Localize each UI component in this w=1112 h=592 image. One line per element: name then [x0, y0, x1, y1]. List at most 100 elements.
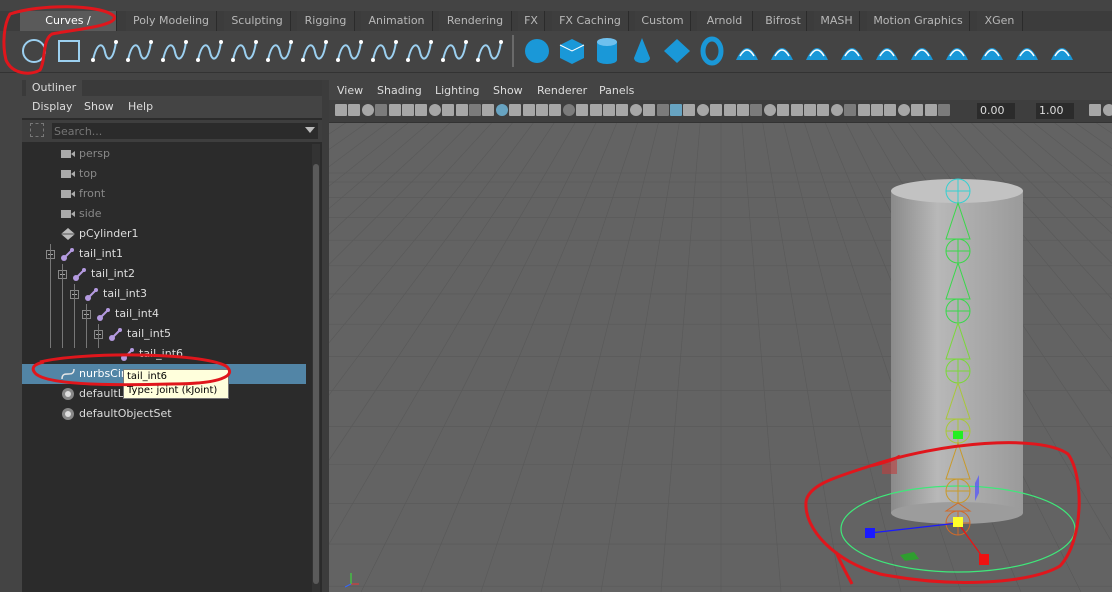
revolve-icon[interactable] — [730, 34, 764, 68]
viewport-tool-icon[interactable] — [710, 104, 722, 116]
viewport-tool-icon[interactable] — [911, 104, 923, 116]
shelf-tab[interactable]: Custom — [635, 11, 691, 31]
viewport-tool-icon[interactable] — [791, 104, 803, 116]
shelf-tab[interactable]: Curves / Surfaces — [20, 11, 117, 47]
shelf-tab[interactable]: MASH — [814, 11, 860, 31]
viewport-tool-icon[interactable] — [429, 104, 441, 116]
viewport-tool-icon[interactable] — [389, 104, 401, 116]
nurbs-cube-icon[interactable] — [555, 34, 589, 68]
viewport-tool-icon[interactable] — [777, 104, 789, 116]
nurbs-cone-icon[interactable] — [625, 34, 659, 68]
exposure-field[interactable] — [977, 103, 1015, 119]
cylinder-mesh[interactable] — [891, 179, 1023, 524]
gamma-field[interactable] — [1036, 103, 1074, 119]
outliner-item[interactable]: tail_int3 — [22, 284, 306, 304]
cut-curve-icon[interactable] — [227, 34, 261, 68]
nurbs-torus-icon[interactable] — [695, 34, 729, 68]
viewport-tool-icon[interactable] — [1103, 104, 1112, 116]
outliner-item[interactable]: persp — [22, 144, 306, 164]
nurbs-circle-icon[interactable] — [17, 34, 51, 68]
nurbs-square-icon[interactable] — [52, 34, 86, 68]
shelf-tab[interactable]: Motion Graphics — [867, 11, 970, 31]
shelf-tab[interactable]: Rigging — [297, 11, 355, 31]
shelf-tab[interactable]: FX Caching — [552, 11, 629, 31]
reverse-curve-icon[interactable] — [472, 34, 506, 68]
menu-help[interactable]: Help — [128, 100, 153, 113]
outliner-item[interactable]: defaultObjectSet — [22, 404, 306, 424]
viewport-tool-icon[interactable] — [415, 104, 427, 116]
viewport-tool-icon[interactable] — [657, 104, 669, 116]
menu-display[interactable]: Display — [32, 100, 73, 113]
viewport-tool-icon[interactable] — [496, 104, 508, 116]
loft-icon[interactable] — [765, 34, 799, 68]
menu-show[interactable]: Show — [84, 100, 114, 113]
outliner-item[interactable]: tail_int6 — [22, 344, 306, 364]
viewport-tool-icon[interactable] — [697, 104, 709, 116]
outliner-item[interactable]: tail_int4 — [22, 304, 306, 324]
scrollbar-thumb[interactable] — [313, 164, 319, 584]
shelf-tab[interactable]: XGen — [977, 11, 1023, 31]
shelf-tab[interactable]: Sculpting — [224, 11, 291, 31]
shelf-tab[interactable]: Rendering — [439, 11, 512, 31]
arc-tool-icon[interactable] — [332, 34, 366, 68]
shelf-tab[interactable]: Bifrost — [760, 11, 807, 31]
viewport-tool-icon[interactable] — [603, 104, 615, 116]
viewport-tool-icon[interactable] — [750, 104, 762, 116]
untrim-icon[interactable] — [1045, 34, 1079, 68]
birail-icon[interactable] — [870, 34, 904, 68]
extrude-icon[interactable] — [835, 34, 869, 68]
menu-show-viewport[interactable]: Show — [493, 84, 523, 97]
panel-divider[interactable] — [322, 80, 329, 592]
viewport-tool-icon[interactable] — [549, 104, 561, 116]
viewport-tool-icon[interactable] — [402, 104, 414, 116]
outliner-item[interactable]: pCylinder1 — [22, 224, 306, 244]
offset-curve-icon[interactable] — [402, 34, 436, 68]
outliner-item[interactable]: tail_int1 — [22, 244, 306, 264]
viewport-tool-icon[interactable] — [683, 104, 695, 116]
viewport-tool-icon[interactable] — [858, 104, 870, 116]
curve-edit-icon[interactable] — [297, 34, 331, 68]
viewport-tool-icon[interactable] — [1089, 104, 1101, 116]
pencil-curve-icon[interactable] — [122, 34, 156, 68]
viewport-tool-icon[interactable] — [335, 104, 347, 116]
viewport-tool-icon[interactable] — [616, 104, 628, 116]
rebuild-curve-icon[interactable] — [437, 34, 471, 68]
viewport-tool-icon[interactable] — [469, 104, 481, 116]
viewport-tool-icon[interactable] — [724, 104, 736, 116]
viewport-tool-icon[interactable] — [670, 104, 682, 116]
nurbs-sphere-icon[interactable] — [520, 34, 554, 68]
viewport-tool-icon[interactable] — [442, 104, 454, 116]
menu-view[interactable]: View — [337, 84, 363, 97]
nurbs-plane-icon[interactable] — [660, 34, 694, 68]
viewport-tool-icon[interactable] — [817, 104, 829, 116]
filter-icon[interactable] — [30, 123, 44, 137]
viewport-tool-icon[interactable] — [925, 104, 937, 116]
shelf-tab[interactable]: Animation — [361, 11, 433, 31]
menu-renderer[interactable]: Renderer — [537, 84, 587, 97]
viewport-tool-icon[interactable] — [456, 104, 468, 116]
viewport-tool-icon[interactable] — [509, 104, 521, 116]
extend-curve-icon[interactable] — [262, 34, 296, 68]
viewport-tool-icon[interactable] — [938, 104, 950, 116]
viewport-tool-icon[interactable] — [536, 104, 548, 116]
viewport-tool-icon[interactable] — [643, 104, 655, 116]
menu-shading[interactable]: Shading — [377, 84, 422, 97]
viewport-3d[interactable] — [329, 123, 1112, 592]
outliner-item[interactable]: top — [22, 164, 306, 184]
outliner-item[interactable]: tail_int2 — [22, 264, 306, 284]
viewport-tool-icon[interactable] — [482, 104, 494, 116]
menu-lighting[interactable]: Lighting — [435, 84, 479, 97]
viewport-tool-icon[interactable] — [348, 104, 360, 116]
viewport-tool-icon[interactable] — [590, 104, 602, 116]
ep-curve-icon[interactable] — [157, 34, 191, 68]
bezier-curve-icon[interactable] — [192, 34, 226, 68]
viewport-tool-icon[interactable] — [871, 104, 883, 116]
outliner-item[interactable]: tail_int5 — [22, 324, 306, 344]
viewport-tool-icon[interactable] — [576, 104, 588, 116]
outliner-item[interactable]: front — [22, 184, 306, 204]
shelf-tab[interactable]: Arnold — [697, 11, 753, 31]
trim-icon[interactable] — [1010, 34, 1044, 68]
tab-outliner[interactable]: Outliner — [26, 80, 82, 96]
shelf-tab[interactable]: Poly Modeling — [126, 11, 217, 31]
viewport-tool-icon[interactable] — [375, 104, 387, 116]
